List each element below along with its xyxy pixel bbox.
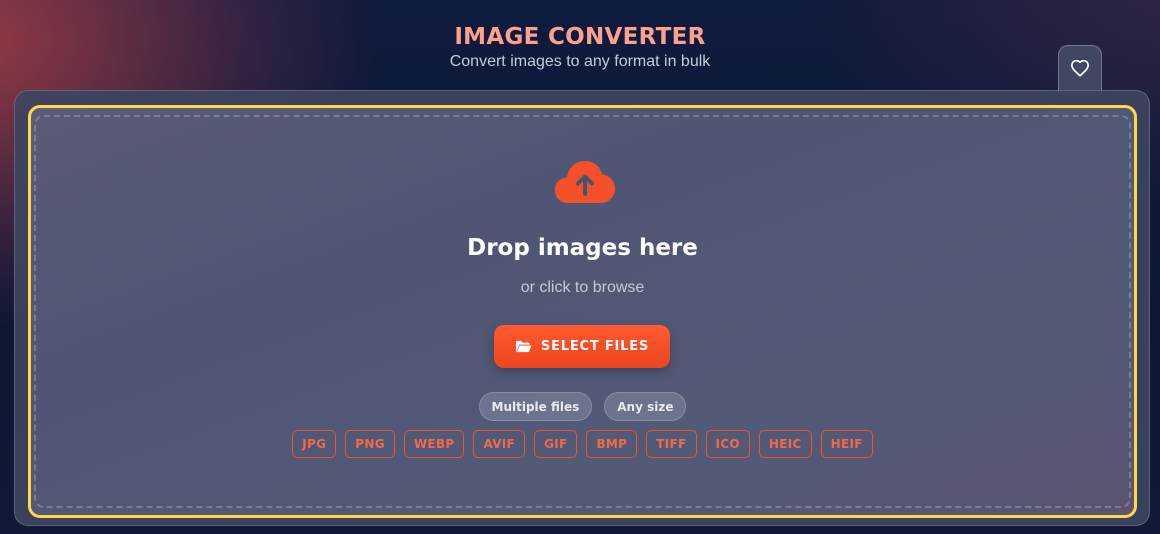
format-tag-webp: WEBP — [403, 430, 465, 458]
format-tag-heif: HEIF — [820, 430, 873, 458]
badge-multiple-files: Multiple files — [478, 392, 593, 421]
badge-any-size: Any size — [604, 392, 687, 421]
select-files-button[interactable]: SELECT FILES — [494, 325, 670, 368]
page-subtitle: Convert images to any format in bulk — [449, 53, 711, 70]
drop-zone[interactable]: Drop images here or click to browse SELE… — [28, 105, 1137, 518]
format-tag-jpg: JPG — [292, 430, 337, 458]
heart-icon — [1071, 59, 1089, 77]
drop-zone-title: Drop images here — [467, 235, 698, 261]
format-tag-tiff: TIFF — [646, 430, 697, 458]
folder-open-icon — [515, 340, 532, 353]
favorite-button[interactable] — [1058, 45, 1102, 93]
drop-zone-subtitle: or click to browse — [520, 279, 645, 296]
format-tag-bmp: BMP — [586, 430, 638, 458]
select-files-label: SELECT FILES — [540, 339, 650, 354]
format-tag-heic: HEIC — [758, 430, 812, 458]
page-title: IMAGE CONVERTER — [454, 24, 706, 50]
format-tag-avif: AVIF — [473, 430, 526, 458]
cloud-upload-icon — [555, 161, 615, 203]
feature-badges: Multiple files Any size — [31, 392, 1134, 421]
format-tag-png: PNG — [345, 430, 395, 458]
app-header: IMAGE CONVERTER Convert images to any fo… — [0, 22, 1160, 71]
format-tag-gif: GIF — [534, 430, 578, 458]
format-tag-ico: ICO — [705, 430, 750, 458]
supported-formats: JPG PNG WEBP AVIF GIF BMP TIFF ICO HEIC … — [31, 430, 1134, 458]
